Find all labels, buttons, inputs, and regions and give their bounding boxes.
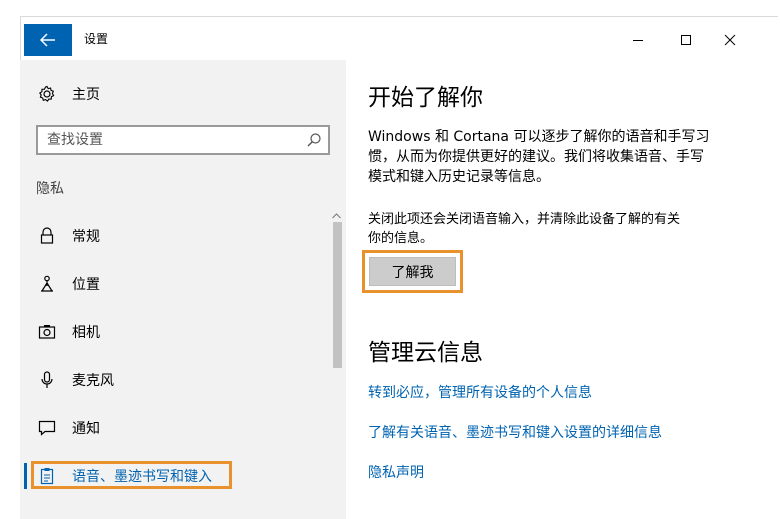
lock-icon (38, 227, 56, 245)
description-line: 模式和键入历史记录等信息。 (368, 169, 550, 185)
sidebar-home[interactable]: 主页 (38, 82, 100, 106)
note-text: 关闭此项还会关闭语音输入，并清除此设备了解的有关 你的信息。 (368, 210, 748, 248)
window-title: 设置 (84, 32, 109, 46)
maximize-button[interactable] (668, 26, 704, 54)
description-line: Windows 和 Cortana 可以逐步了解你的语音和手写习 (368, 129, 710, 145)
maximize-icon (681, 35, 691, 45)
minimize-icon (633, 40, 643, 41)
sidebar-item-label: 位置 (72, 277, 100, 293)
close-icon (724, 34, 736, 46)
sidebar-item-label: 相机 (72, 325, 100, 341)
search-icon (307, 133, 321, 147)
scroll-up-arrow-icon[interactable] (332, 213, 341, 219)
sidebar-item-camera[interactable]: 相机 (20, 312, 326, 352)
search-input[interactable] (47, 130, 297, 150)
minimize-button[interactable] (620, 26, 656, 54)
close-button[interactable] (712, 26, 748, 54)
gear-icon (39, 85, 55, 102)
page-title: 开始了解你 (368, 85, 483, 111)
highlight-box (31, 461, 232, 489)
link-learn-more-speech-settings[interactable]: 了解有关语音、墨迹书写和键入设置的详细信息 (368, 422, 662, 442)
description-line: 惯，从而为你提供更好的建议。我们将收集语音、手写 (368, 149, 704, 165)
sidebar-item-location[interactable]: 位置 (20, 264, 326, 304)
camera-icon (38, 323, 56, 341)
location-person-icon (38, 275, 56, 293)
note-line: 关闭此项还会关闭语音输入，并清除此设备了解的有关 (368, 212, 681, 227)
search-box[interactable] (36, 125, 330, 155)
arrow-left-icon (40, 33, 55, 47)
sidebar-item-label: 通知 (72, 421, 100, 437)
sidebar-item-label: 麦克风 (72, 373, 114, 389)
description-text: Windows 和 Cortana 可以逐步了解你的语音和手写习 惯，从而为你提… (368, 127, 748, 187)
scrollbar-thumb[interactable] (333, 222, 342, 368)
settings-window: 设置 主页 隐私 常规 位置 (0, 0, 780, 519)
sidebar-item-microphone[interactable]: 麦克风 (20, 360, 326, 400)
link-bing-personal-info[interactable]: 转到必应，管理所有设备的个人信息 (368, 382, 592, 402)
back-button[interactable] (24, 24, 72, 56)
home-label: 主页 (72, 87, 100, 103)
chat-bubble-icon (38, 419, 56, 437)
sidebar-item-general[interactable]: 常规 (20, 216, 326, 256)
section-heading-privacy: 隐私 (36, 181, 64, 197)
microphone-icon (38, 371, 56, 389)
link-privacy-statement[interactable]: 隐私声明 (368, 462, 424, 482)
get-to-know-me-button[interactable]: 了解我 (369, 257, 456, 286)
cloud-info-heading: 管理云信息 (368, 340, 483, 366)
sidebar-item-notifications[interactable]: 通知 (20, 408, 326, 448)
sidebar-item-label: 常规 (72, 229, 100, 245)
note-line: 你的信息。 (368, 231, 434, 246)
